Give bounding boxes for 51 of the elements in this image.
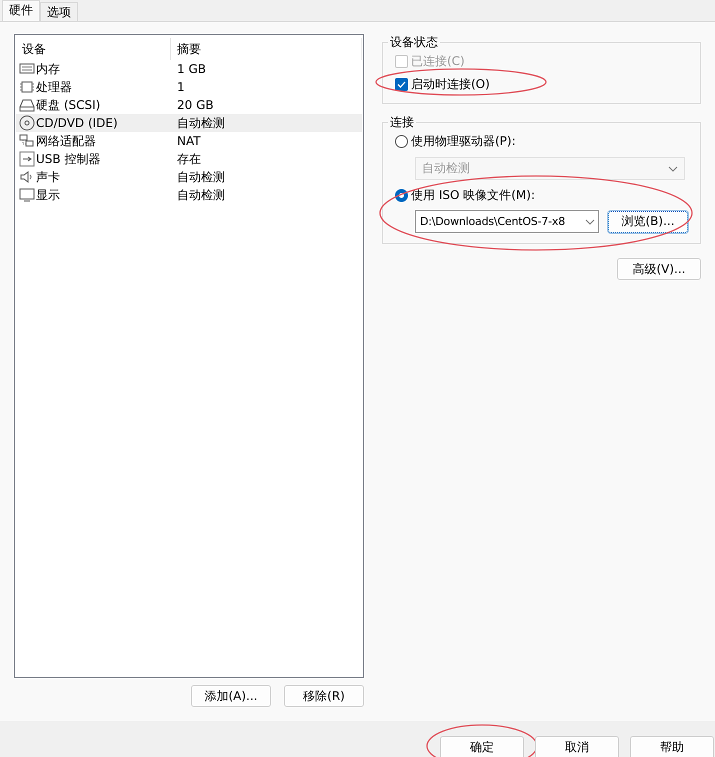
device-row[interactable]: 硬盘 (SCSI) 20 GB [16, 96, 362, 114]
chevron-icon [668, 166, 678, 172]
device-button[interactable]: 添加(A)... [191, 685, 271, 707]
group-title: 连接 [388, 114, 416, 131]
iso-path-select[interactable]: D:\Downloads\CentOS-7-x8 [415, 210, 599, 233]
device-summary: 20 GB [176, 98, 215, 112]
device-name: 显示 [36, 186, 60, 204]
device-row[interactable]: USB 控制器 存在 [16, 150, 362, 168]
chevron-icon [585, 218, 595, 224]
checkbox-label: 已连接(C) [411, 53, 465, 70]
radio-label: 使用物理驱动器(P): [411, 133, 516, 150]
iso-path: D:\Downloads\CentOS-7-x8 [420, 215, 566, 228]
device-row[interactable]: 显示 自动检测 [16, 186, 362, 204]
dialog-button[interactable]: 取消 [535, 736, 619, 757]
tab[interactable]: 硬件 [2, 0, 40, 21]
device-name: 声卡 [36, 168, 60, 186]
device-row[interactable]: 网络适配器 NAT [16, 132, 362, 150]
device-row[interactable]: 处理器 1 [16, 78, 362, 96]
device-summary: NAT [176, 134, 202, 148]
browse-button[interactable]: 浏览(B)... [608, 210, 688, 232]
dialog-button[interactable]: 帮助 [630, 736, 714, 757]
dialog-button[interactable]: 确定 [440, 736, 524, 757]
device-summary: 1 GB [176, 62, 207, 76]
device-name: CD/DVD (IDE) [36, 116, 118, 130]
device-name: 网络适配器 [36, 132, 96, 150]
device-summary: 存在 [176, 150, 202, 168]
checkbox-label: 启动时连接(O) [411, 76, 490, 93]
column-header[interactable]: 设备 [16, 38, 171, 60]
display-icon [19, 187, 35, 203]
device-row[interactable]: 声卡 自动检测 [16, 168, 362, 186]
cpu-icon [19, 79, 35, 95]
device-row[interactable]: 内存 1 GB [16, 60, 362, 78]
usb-icon [19, 151, 35, 167]
device-summary: 自动检测 [176, 186, 226, 204]
device-name: USB 控制器 [36, 150, 100, 168]
column-header[interactable]: 摘要 [171, 38, 361, 60]
tab[interactable]: 选项 [40, 2, 78, 21]
device-summary: 自动检测 [176, 114, 226, 132]
device-button[interactable]: 移除(R) [284, 685, 364, 707]
cd-icon [19, 115, 35, 131]
radio-label: 使用 ISO 映像文件(M): [411, 187, 535, 204]
device-name: 内存 [36, 60, 60, 78]
checkbox[interactable] [395, 78, 408, 91]
device-name: 处理器 [36, 78, 72, 96]
device-summary: 自动检测 [176, 168, 226, 186]
group-title: 设备状态 [388, 34, 440, 51]
device-row[interactable]: CD/DVD (IDE) 自动检测 [16, 114, 362, 132]
advanced-button[interactable]: 高级(V)... [617, 258, 701, 280]
network-icon [19, 133, 35, 149]
device-summary: 1 [176, 80, 186, 94]
device-name: 硬盘 (SCSI) [36, 96, 100, 114]
